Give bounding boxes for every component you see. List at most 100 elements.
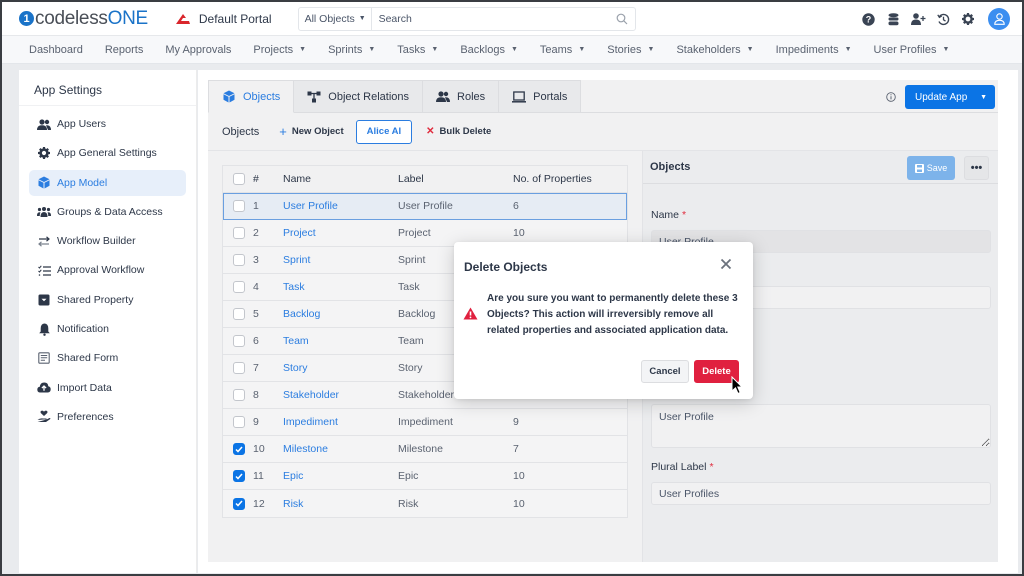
sidebar-item-notification[interactable]: Notification [29, 316, 186, 342]
close-dialog-button[interactable] [720, 258, 734, 272]
warning-icon [463, 307, 478, 323]
nav-item-backlogs[interactable]: Backlogs ▼ [460, 44, 518, 56]
save-button[interactable]: Save [907, 156, 955, 180]
bulk-delete-button[interactable]: ✕ Bulk Delete [426, 126, 491, 137]
sidebar-item-approval-workflow[interactable]: Approval Workflow [29, 257, 186, 283]
object-name-link[interactable]: Project [283, 227, 398, 239]
object-property-count: 7 [513, 443, 519, 455]
help-button[interactable]: ? [856, 7, 880, 31]
tab-label: Object Relations [328, 90, 410, 103]
sidebar-item-shared-property[interactable]: Shared Property [29, 287, 186, 313]
object-name-link[interactable]: Impediment [283, 416, 398, 428]
object-name-link[interactable]: Epic [283, 470, 398, 482]
database-button[interactable] [881, 7, 905, 31]
nav-item-dashboard[interactable]: Dashboard [29, 44, 83, 56]
row-checkbox[interactable] [233, 308, 245, 320]
row-number: 12 [253, 497, 265, 510]
search-input[interactable] [371, 7, 609, 30]
cancel-button[interactable]: Cancel [641, 360, 689, 383]
tab-object-relations[interactable]: Object Relations [294, 80, 424, 113]
nav-item-my-approvals[interactable]: My Approvals [165, 44, 231, 56]
object-name-link[interactable]: Sprint [283, 254, 398, 266]
user-avatar[interactable] [988, 8, 1010, 30]
column-header-number[interactable]: # [253, 173, 283, 185]
portal-logo-icon [175, 13, 190, 24]
select-all-checkbox[interactable] [233, 173, 245, 185]
more-options-button[interactable]: ••• [964, 156, 989, 180]
sidebar-item-app-users[interactable]: App Users [29, 111, 186, 137]
object-property-count: 10 [513, 470, 525, 482]
row-checkbox[interactable] [233, 335, 245, 347]
object-name-link[interactable]: Story [283, 362, 398, 374]
update-app-button[interactable]: Update App ▼ [905, 85, 995, 109]
sidebar-item-app-model[interactable]: App Model [29, 169, 186, 196]
nav-item-teams[interactable]: Teams ▼ [540, 44, 585, 56]
chevron-down-icon: ▼ [942, 46, 950, 53]
info-button[interactable] [886, 92, 896, 105]
row-checkbox[interactable] [233, 497, 245, 510]
nav-item-sprints[interactable]: Sprints ▼ [328, 44, 375, 56]
sidebar-item-app-general-settings[interactable]: App General Settings [29, 140, 186, 166]
sidebar-item-preferences[interactable]: Preferences [29, 404, 186, 430]
chevron-down-icon: ▼ [510, 46, 518, 53]
sidebar-item-workflow-builder[interactable]: Workflow Builder [29, 228, 186, 254]
sidebar-item-shared-form[interactable]: Shared Form [29, 345, 186, 371]
object-name-link[interactable]: User Profile [283, 200, 398, 212]
add-user-button[interactable] [906, 7, 930, 31]
row-checkbox[interactable] [233, 416, 245, 428]
settings-button[interactable] [956, 7, 980, 31]
row-checkbox[interactable] [233, 281, 245, 293]
column-header-properties[interactable]: No. of Properties [513, 173, 627, 185]
search-button[interactable] [609, 8, 635, 30]
new-object-button[interactable]: + New Object [279, 124, 343, 139]
history-button[interactable] [931, 7, 955, 31]
object-name-link[interactable]: Task [283, 281, 398, 293]
row-checkbox[interactable] [233, 389, 245, 401]
plural-label-field[interactable] [651, 482, 991, 505]
row-number: 2 [253, 227, 259, 239]
column-header-label[interactable]: Label [398, 173, 513, 185]
app-logo[interactable]: 1 codelessONE [19, 2, 148, 36]
row-checkbox[interactable] [233, 200, 245, 212]
object-name-link[interactable]: Stakeholder [283, 389, 398, 401]
check-icon [235, 500, 243, 507]
nav-item-impediments[interactable]: Impediments ▼ [776, 44, 852, 56]
sidebar-item-import-data[interactable]: Import Data [29, 375, 186, 401]
table-row[interactable]: 10 Milestone Milestone 7 [223, 436, 627, 463]
row-checkbox[interactable] [233, 254, 245, 266]
dialog-message: Are you sure you want to permanently del… [487, 293, 738, 336]
search-scope-select[interactable]: All Objects ▼ [299, 7, 372, 30]
update-app-label: Update App [915, 91, 968, 103]
table-row[interactable]: 12 Risk Risk 10 [223, 490, 627, 517]
table-row[interactable]: 9 Impediment Impediment 9 [223, 409, 627, 436]
row-checkbox[interactable] [233, 227, 245, 239]
nav-item-tasks[interactable]: Tasks ▼ [397, 44, 438, 56]
row-checkbox[interactable] [233, 443, 245, 455]
chevron-down-icon[interactable]: ▼ [980, 94, 987, 101]
row-checkbox[interactable] [233, 362, 245, 374]
nav-item-stakeholders[interactable]: Stakeholders ▼ [676, 44, 753, 56]
description-field[interactable]: User Profile [651, 404, 991, 448]
tab-objects[interactable]: Objects [208, 80, 295, 113]
tab-roles[interactable]: Roles [423, 80, 500, 113]
chevron-down-icon: ▼ [844, 46, 852, 53]
alice-ai-label: Alice AI [366, 126, 402, 137]
object-name-link[interactable]: Team [283, 335, 398, 347]
sidebar-item-groups-data-access[interactable]: Groups & Data Access [29, 199, 186, 225]
object-name-link[interactable]: Milestone [283, 443, 398, 455]
row-number: 4 [253, 281, 259, 293]
alice-ai-button[interactable]: Alice AI [355, 119, 413, 144]
nav-item-projects[interactable]: Projects ▼ [253, 44, 306, 56]
column-header-name[interactable]: Name [283, 173, 398, 185]
nav-item-stories[interactable]: Stories ▼ [607, 44, 654, 56]
object-name-link[interactable]: Risk [283, 498, 398, 510]
object-name-link[interactable]: Backlog [283, 308, 398, 320]
nav-item-user-profiles[interactable]: User Profiles ▼ [874, 44, 950, 56]
nav-item-reports[interactable]: Reports [105, 44, 144, 56]
table-row[interactable]: 1 User Profile User Profile 6 [223, 193, 627, 220]
relations-icon [307, 90, 321, 104]
row-checkbox[interactable] [233, 470, 245, 482]
portal-switcher[interactable]: Default Portal [175, 12, 272, 26]
table-row[interactable]: 11 Epic Epic 10 [223, 463, 627, 490]
tab-portals[interactable]: Portals [499, 80, 582, 113]
